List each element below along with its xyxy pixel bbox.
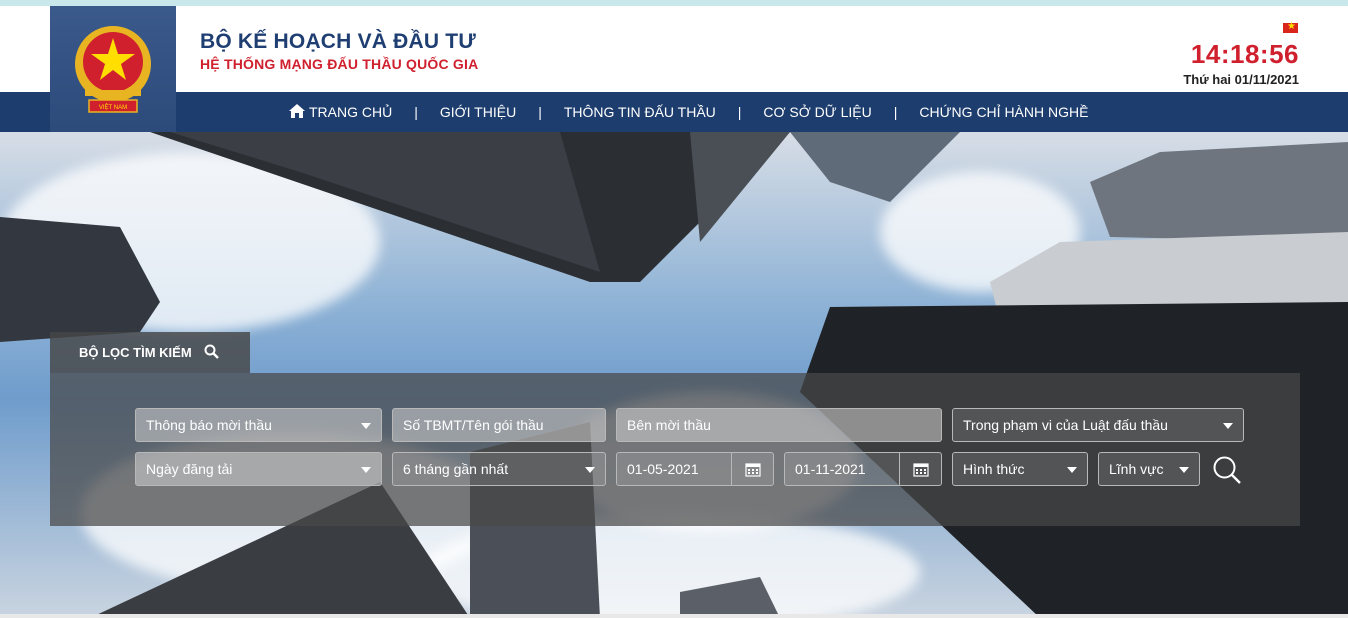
nav-bidding-info[interactable]: THÔNG TIN ĐẤU THẦU bbox=[564, 104, 716, 120]
nav-separator: | bbox=[538, 104, 542, 120]
date-from-value: 01-05-2021 bbox=[627, 461, 699, 477]
chevron-down-icon bbox=[361, 423, 371, 429]
period-select[interactable]: 6 tháng gần nhất bbox=[392, 452, 606, 486]
ministry-title[interactable]: BỘ KẾ HOẠCH VÀ ĐẦU TƯ bbox=[200, 30, 478, 54]
logo[interactable]: VIỆT NAM bbox=[50, 6, 176, 132]
inviter-search-input[interactable]: Bên mời thầu bbox=[616, 408, 942, 442]
chevron-down-icon bbox=[1179, 467, 1189, 473]
search-filter-tab[interactable]: BỘ LỌC TÌM KIẾM bbox=[50, 332, 250, 373]
search-icon bbox=[1213, 456, 1241, 484]
main-navigation: TRANG CHỦ | GIỚI THIỆU | THÔNG TIN ĐẤU T… bbox=[0, 92, 1348, 132]
search-icon bbox=[204, 344, 219, 362]
calendar-icon[interactable] bbox=[731, 453, 773, 485]
site-titles: BỘ KẾ HOẠCH VÀ ĐẦU TƯ HỆ THỐNG MẠNG ĐẤU … bbox=[200, 30, 478, 72]
notice-type-select[interactable]: Thông báo mời thầu bbox=[135, 408, 382, 442]
date-type-value: Ngày đăng tải bbox=[146, 461, 233, 477]
scope-value: Trong phạm vi của Luật đấu thầu bbox=[963, 417, 1168, 433]
nav-home[interactable]: TRANG CHỦ bbox=[289, 103, 393, 121]
nav-separator: | bbox=[737, 104, 742, 120]
chevron-down-icon bbox=[585, 467, 595, 473]
date-type-select[interactable]: Ngày đăng tải bbox=[135, 452, 382, 486]
package-search-input[interactable]: Số TBMT/Tên gói thầu bbox=[392, 408, 606, 442]
search-button[interactable] bbox=[1212, 455, 1242, 485]
calendar-icon[interactable] bbox=[899, 453, 941, 485]
emblem-ribbon-text: VIỆT NAM bbox=[99, 103, 127, 111]
inviter-search-placeholder: Bên mời thầu bbox=[627, 417, 711, 433]
nav-separator: | bbox=[893, 104, 898, 120]
form-value: Hình thức bbox=[963, 461, 1025, 477]
notice-type-value: Thông báo mời thầu bbox=[146, 417, 272, 433]
nav-home-label: TRANG CHỦ bbox=[309, 104, 393, 120]
national-emblem: VIỆT NAM bbox=[75, 26, 151, 113]
home-icon bbox=[289, 103, 305, 121]
date-to-value: 01-11-2021 bbox=[795, 461, 866, 477]
form-select[interactable]: Hình thức bbox=[952, 452, 1088, 486]
field-value: Lĩnh vực bbox=[1109, 461, 1164, 477]
system-subtitle[interactable]: HỆ THỐNG MẠNG ĐẤU THẦU QUỐC GIA bbox=[200, 56, 478, 72]
current-date: Thứ hai 01/11/2021 bbox=[1183, 72, 1299, 87]
package-search-placeholder: Số TBMT/Tên gói thầu bbox=[403, 417, 544, 433]
chevron-down-icon bbox=[1223, 423, 1233, 429]
nav-about[interactable]: GIỚI THIỆU bbox=[440, 104, 516, 120]
chevron-down-icon bbox=[1067, 467, 1077, 473]
site-header: BỘ KẾ HOẠCH VÀ ĐẦU TƯ HỆ THỐNG MẠNG ĐẤU … bbox=[0, 6, 1348, 92]
chevron-down-icon bbox=[361, 467, 371, 473]
date-from-input[interactable]: 01-05-2021 bbox=[616, 452, 774, 486]
scope-select[interactable]: Trong phạm vi của Luật đấu thầu bbox=[952, 408, 1244, 442]
clock: 14:18:56 bbox=[1190, 39, 1299, 69]
period-value: 6 tháng gần nhất bbox=[403, 461, 509, 477]
page-bottom-border bbox=[0, 614, 1348, 618]
filter-tab-label: BỘ LỌC TÌM KIẾM bbox=[79, 345, 192, 360]
nav-database[interactable]: CƠ SỞ DỮ LIỆU bbox=[763, 104, 871, 120]
nav-certificates[interactable]: CHỨNG CHỈ HÀNH NGHỀ bbox=[919, 104, 1088, 120]
nav-separator: | bbox=[414, 104, 418, 120]
date-to-input[interactable]: 01-11-2021 bbox=[784, 452, 942, 486]
field-select[interactable]: Lĩnh vực bbox=[1098, 452, 1200, 486]
search-filter-panel bbox=[50, 373, 1300, 526]
vietnam-flag-icon[interactable]: ★ bbox=[1283, 21, 1298, 33]
